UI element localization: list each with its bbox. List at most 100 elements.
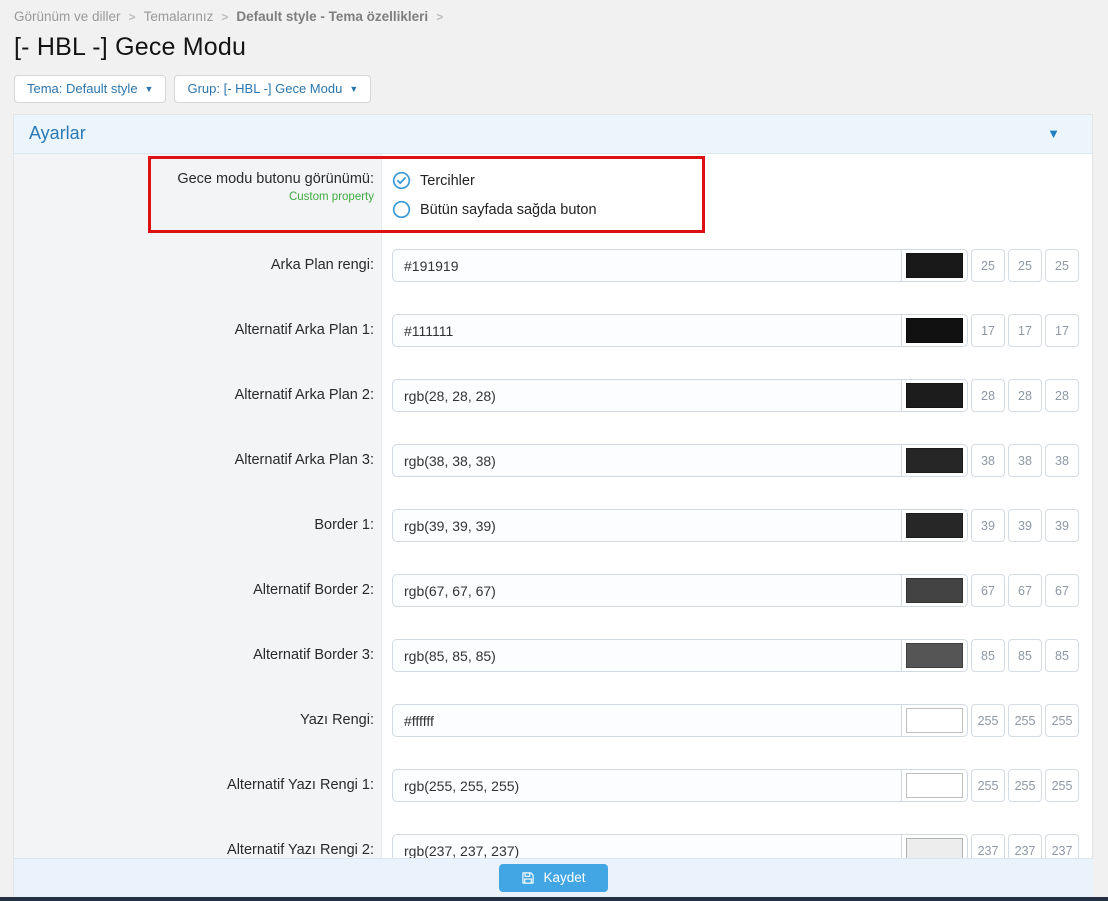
row-label: Alternatif Arka Plan 2: [14, 379, 374, 403]
rgb-red-cell: 255 [971, 704, 1005, 737]
rgb-red-cell: 38 [971, 444, 1005, 477]
save-button[interactable]: Kaydet [499, 864, 607, 892]
rgb-green-cell: 255 [1008, 704, 1042, 737]
color-setting-row: Alternatif Arka Plan 3: 38 38 38 [14, 444, 1092, 509]
rgb-blue-cell: 25 [1045, 249, 1079, 282]
rgb-green-cell: 38 [1008, 444, 1042, 477]
settings-panel: Ayarlar ▼ Gece modu butonu görünümü: Cus… [13, 114, 1093, 901]
color-setting-row: Alternatif Arka Plan 2: 28 28 28 [14, 379, 1092, 444]
custom-property-row: Gece modu butonu görünümü: Custom proper… [14, 154, 1092, 249]
page: Görünüm ve diller>Temalarınız>Default st… [0, 0, 1108, 901]
color-value-input[interactable] [392, 314, 901, 347]
color-value-input[interactable] [392, 444, 901, 477]
rgb-blue-cell: 17 [1045, 314, 1079, 347]
color-setting-row: Border 1: 39 39 39 [14, 509, 1092, 574]
rgb-red-cell: 28 [971, 379, 1005, 412]
color-input-group: 255 255 255 [392, 704, 1079, 737]
color-content-cell: 28 28 28 [382, 379, 1092, 444]
color-value-input[interactable] [392, 249, 901, 282]
radio-option-label: Tercihler [420, 173, 475, 189]
color-swatch-box [901, 704, 968, 737]
color-label-cell: Alternatif Border 2: [14, 574, 382, 639]
color-value-input[interactable] [392, 769, 901, 802]
rgb-blue-cell: 39 [1045, 509, 1079, 542]
color-label-cell: Alternatif Yazı Rengi 1: [14, 769, 382, 834]
chevron-down-icon: ▼ [145, 84, 154, 94]
color-value-input[interactable] [392, 574, 901, 607]
breadcrumb-separator-icon: > [428, 10, 451, 24]
color-swatch [906, 448, 963, 473]
color-swatch [906, 708, 963, 733]
color-swatch [906, 643, 963, 668]
chevron-down-icon: ▼ [349, 84, 358, 94]
color-value-input[interactable] [392, 509, 901, 542]
color-swatch [906, 253, 963, 278]
row-label: Gece modu butonu görünümü: [14, 171, 374, 187]
color-content-cell: 67 67 67 [382, 574, 1092, 639]
color-value-input[interactable] [392, 704, 901, 737]
row-label: Arka Plan rengi: [14, 249, 374, 273]
rgb-red-cell: 17 [971, 314, 1005, 347]
color-label-cell: Alternatif Arka Plan 2: [14, 379, 382, 444]
radio-option[interactable]: Tercihler [392, 171, 1079, 190]
rgb-red-cell: 255 [971, 769, 1005, 802]
save-footer-bar: Kaydet [14, 858, 1093, 897]
floppy-disk-icon [521, 871, 535, 885]
breadcrumb-separator-icon: > [213, 10, 236, 24]
color-content-cell: 38 38 38 [382, 444, 1092, 509]
group-select-button[interactable]: Grup: [- HBL -] Gece Modu ▼ [174, 75, 371, 103]
row-label: Border 1: [14, 509, 374, 533]
color-label-cell: Yazı Rengi: [14, 704, 382, 769]
toolbar: Tema: Default style ▼ Grup: [- HBL -] Ge… [14, 75, 1093, 103]
rgb-red-cell: 67 [971, 574, 1005, 607]
color-label-cell: Alternatif Arka Plan 3: [14, 444, 382, 509]
color-swatch [906, 383, 963, 408]
radio-option-label: Bütün sayfada sağda buton [420, 202, 597, 218]
rgb-red-cell: 25 [971, 249, 1005, 282]
color-input-group: 25 25 25 [392, 249, 1079, 282]
color-label-cell: Arka Plan rengi: [14, 249, 382, 314]
rgb-green-cell: 28 [1008, 379, 1042, 412]
theme-select-label: Tema: Default style [27, 81, 138, 96]
color-input-group: 39 39 39 [392, 509, 1079, 542]
radio-unselected-icon [392, 200, 411, 219]
breadcrumb-item[interactable]: Default style - Tema özellikleri [236, 9, 428, 24]
breadcrumb-separator-icon: > [121, 10, 144, 24]
color-swatch [906, 773, 963, 798]
color-label-cell: Alternatif Arka Plan 1: [14, 314, 382, 379]
radio-selected-icon [392, 171, 411, 190]
rgb-green-cell: 17 [1008, 314, 1042, 347]
collapse-icon: ▼ [1047, 126, 1076, 141]
color-content-cell: 255 255 255 [382, 769, 1092, 834]
rgb-green-cell: 67 [1008, 574, 1042, 607]
color-swatch-box [901, 444, 968, 477]
breadcrumb-item[interactable]: Görünüm ve diller [14, 9, 121, 24]
rgb-blue-cell: 38 [1045, 444, 1079, 477]
panel-title: Ayarlar [29, 123, 86, 144]
row-label: Alternatif Arka Plan 3: [14, 444, 374, 468]
radio-option[interactable]: Bütün sayfada sağda buton [392, 200, 1079, 219]
rgb-blue-cell: 255 [1045, 769, 1079, 802]
rgb-red-cell: 39 [971, 509, 1005, 542]
theme-select-button[interactable]: Tema: Default style ▼ [14, 75, 166, 103]
color-content-cell: 255 255 255 [382, 704, 1092, 769]
breadcrumb-item[interactable]: Temalarınız [144, 9, 214, 24]
color-setting-row: Arka Plan rengi: 25 25 25 [14, 249, 1092, 314]
color-value-input[interactable] [392, 639, 901, 672]
color-swatch-box [901, 314, 968, 347]
panel-header[interactable]: Ayarlar ▼ [14, 115, 1092, 154]
color-setting-row: Alternatif Border 2: 67 67 67 [14, 574, 1092, 639]
color-content-cell: 17 17 17 [382, 314, 1092, 379]
rgb-blue-cell: 255 [1045, 704, 1079, 737]
color-input-group: 28 28 28 [392, 379, 1079, 412]
color-input-group: 67 67 67 [392, 574, 1079, 607]
color-setting-row: Alternatif Yazı Rengi 1: 255 255 255 [14, 769, 1092, 834]
rgb-green-cell: 25 [1008, 249, 1042, 282]
save-button-label: Kaydet [543, 870, 585, 885]
color-swatch-box [901, 249, 968, 282]
color-value-input[interactable] [392, 379, 901, 412]
color-setting-row: Yazı Rengi: 255 255 255 [14, 704, 1092, 769]
top-bar: Görünüm ve diller>Temalarınız>Default st… [0, 0, 1108, 103]
color-swatch-box [901, 769, 968, 802]
row-label: Yazı Rengi: [14, 704, 374, 728]
